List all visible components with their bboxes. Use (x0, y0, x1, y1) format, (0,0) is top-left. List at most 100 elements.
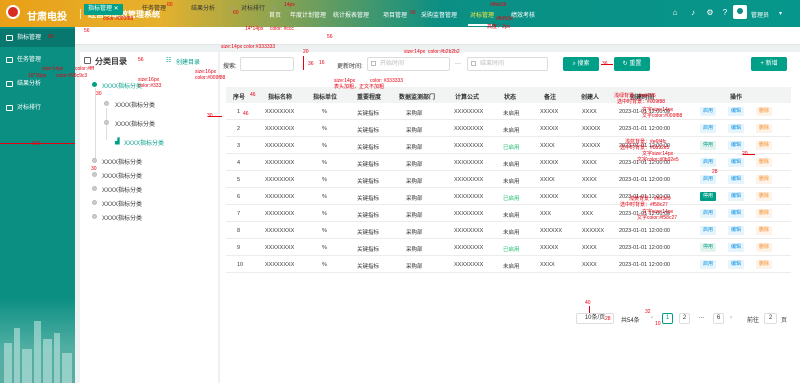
edit-button[interactable]: 编辑 (728, 209, 744, 218)
tree-node[interactable]: XXXX指标分类 (102, 157, 142, 166)
disable-button[interactable]: 停用 (700, 243, 716, 252)
table-cell-no: 8 (237, 228, 241, 234)
edit-button[interactable]: 编辑 (728, 141, 744, 150)
edit-button[interactable]: 编辑 (728, 158, 744, 167)
create-folder-icon[interactable]: ☷ (166, 57, 171, 64)
annotation: color:#333 (138, 83, 162, 89)
edit-button[interactable]: 编辑 (728, 107, 744, 116)
annotation: 表头加粗，正文不加粗 (334, 84, 385, 90)
home-icon[interactable]: ⌂ (670, 8, 680, 18)
tab-result[interactable]: 结果分析 (191, 4, 215, 15)
goto-input[interactable]: 2 (764, 313, 777, 324)
sidebar-item-ranking[interactable]: 对标排行 (0, 99, 75, 117)
end-date-input[interactable]: 结束时间 (467, 57, 548, 71)
topnav-purchase[interactable]: 采购监督管理 (421, 10, 457, 19)
tree-node-toggle[interactable] (92, 172, 97, 177)
tree-node-toggle[interactable] (92, 82, 97, 87)
topnav-benchmark[interactable]: 对标管理 (470, 10, 494, 19)
edit-button[interactable]: 编辑 (728, 226, 744, 235)
topnav-performance[interactable]: 绩效考核 (511, 10, 535, 19)
tab-task[interactable]: 任务管理 (142, 4, 166, 15)
table-cell-status: 未启用 (503, 213, 520, 219)
enable-button[interactable]: 启用 (700, 175, 716, 184)
table-cell-note: XXXXX (540, 109, 559, 115)
disable-button[interactable]: 停用 (700, 192, 716, 201)
disable-button[interactable]: 停用 (700, 141, 716, 150)
tree-node[interactable]: XXXX指标分类 (115, 100, 155, 109)
topnav-annual-plan[interactable]: 年度计划管理 (290, 10, 326, 19)
tree-node-toggle[interactable] (92, 158, 97, 163)
delete-button[interactable]: 删除 (756, 192, 772, 201)
edit-button[interactable]: 编辑 (728, 243, 744, 252)
reset-button[interactable]: ↻ 重置 (614, 57, 650, 71)
chevron-down-icon[interactable]: ▾ (779, 10, 782, 17)
tab-ranking[interactable]: 对标排行 (241, 4, 265, 15)
table-cell-status: 未启用 (503, 230, 520, 236)
chevron-left-icon[interactable]: ‹ (651, 315, 653, 321)
delete-button[interactable]: 删除 (756, 226, 772, 235)
sidebar-item-indicator[interactable]: 指标管理 (0, 29, 75, 47)
table-cell-name: XXXXXXXX (265, 228, 295, 234)
tree-node[interactable]: XXXX指标分类 (124, 138, 164, 147)
page-button[interactable]: 6 (713, 313, 724, 324)
delete-button[interactable]: 删除 (756, 260, 772, 269)
delete-button[interactable]: 删除 (756, 209, 772, 218)
edit-button[interactable]: 编辑 (728, 192, 744, 201)
table-cell-level: 关键指标 (357, 196, 380, 202)
tree-node[interactable]: XXXX指标分类 (102, 171, 142, 180)
settings-icon[interactable]: ⚙ (705, 8, 715, 18)
sidebar-city-background (0, 297, 75, 383)
help-icon[interactable]: ? (720, 8, 730, 18)
search-input[interactable] (240, 57, 294, 71)
delete-button[interactable]: 删除 (756, 124, 772, 133)
table-cell-status: 已启用 (503, 247, 520, 253)
tree-node-toggle[interactable] (92, 214, 97, 219)
table-cell-creator: XXXX (582, 160, 597, 166)
topnav-statistics[interactable]: 统计报表管理 (333, 10, 369, 19)
delete-button[interactable]: 删除 (756, 107, 772, 116)
topnav-project[interactable]: 项目管理 (383, 10, 407, 19)
table-cell-no: 6 (237, 194, 241, 200)
create-directory-button[interactable]: 创建目录 (176, 57, 200, 66)
tree-node[interactable]: XXXX指标分类 (115, 119, 155, 128)
tree-leaf-icon: ▟ (115, 139, 120, 145)
tab-indicator[interactable]: 指标管理 ✕ (84, 4, 123, 15)
enable-button[interactable]: 启用 (700, 209, 716, 218)
start-date-input[interactable]: 开始时间 (367, 57, 450, 71)
tree-node-toggle[interactable] (104, 101, 109, 106)
tree-node-toggle[interactable] (92, 186, 97, 191)
enable-button[interactable]: 启用 (700, 107, 716, 116)
tree-node[interactable]: XXXX指标分类 (102, 81, 142, 90)
sidebar-item-task[interactable]: 任务管理 (0, 51, 75, 69)
edit-button[interactable]: 编辑 (728, 260, 744, 269)
enable-button[interactable]: 启用 (700, 124, 716, 133)
delete-button[interactable]: 删除 (756, 158, 772, 167)
page-button[interactable]: 2 (679, 313, 690, 324)
tree-node[interactable]: XXXX指标分类 (102, 199, 142, 208)
delete-button[interactable]: 删除 (756, 243, 772, 252)
delete-button[interactable]: 删除 (756, 175, 772, 184)
tree-node[interactable]: XXXX指标分类 (102, 185, 142, 194)
bell-icon[interactable]: ♪ (688, 8, 698, 18)
avatar[interactable] (733, 5, 747, 19)
enable-button[interactable]: 启用 (700, 226, 716, 235)
delete-button[interactable]: 删除 (756, 141, 772, 150)
tree-node-toggle[interactable] (104, 120, 109, 125)
edit-button[interactable]: 编辑 (728, 175, 744, 184)
tree-node[interactable]: XXXX指标分类 (102, 213, 142, 222)
enable-button[interactable]: 启用 (700, 260, 716, 269)
user-name[interactable]: 管理员 (751, 10, 769, 19)
enable-button[interactable]: 启用 (700, 158, 716, 167)
close-icon[interactable]: ✕ (272, 4, 277, 15)
search-button[interactable]: ⌕ 搜索 (563, 57, 599, 71)
page-button[interactable]: 1 (662, 313, 673, 324)
annotation: 60 (233, 10, 239, 16)
add-button[interactable]: + 新增 (751, 57, 787, 71)
chevron-right-icon[interactable]: › (730, 315, 732, 321)
edit-button[interactable]: 编辑 (728, 124, 744, 133)
tree-node-toggle[interactable] (92, 200, 97, 205)
annotation: 60 (167, 2, 173, 8)
chart-icon (6, 35, 13, 41)
sidebar-item-label: 指标管理 (17, 35, 42, 41)
col-header: 操作 (730, 95, 743, 101)
